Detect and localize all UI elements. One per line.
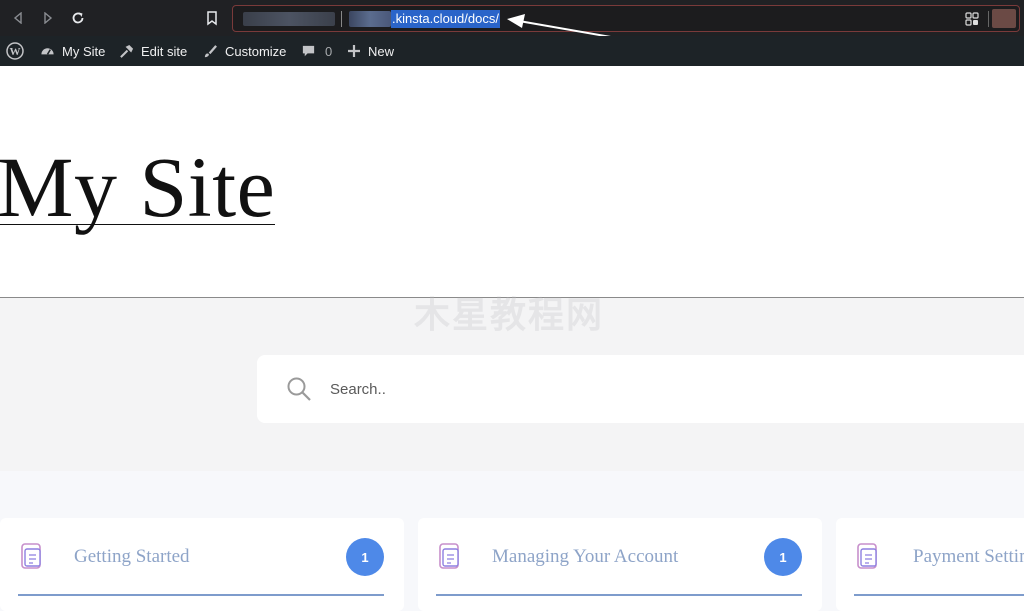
admin-bar-label: My Site [62, 43, 106, 59]
comment-count: 0 [325, 43, 333, 59]
admin-bar-edit-site[interactable]: Edit site [119, 36, 187, 66]
card-divider [18, 594, 384, 596]
admin-bar-label: New [368, 43, 395, 59]
comment-icon [302, 45, 315, 56]
admin-bar-customize[interactable]: Customize [203, 36, 286, 66]
card-title[interactable]: Managing Your Account [492, 546, 678, 568]
document-folder-icon [21, 543, 41, 569]
admin-bar-label: Customize [225, 43, 287, 59]
forward-icon [44, 12, 53, 24]
category-card[interactable]: Payment Settings [836, 518, 1024, 611]
card-divider [854, 594, 1024, 596]
back-button[interactable] [8, 8, 28, 28]
card-divider [436, 594, 802, 596]
svg-text:W: W [10, 46, 21, 58]
search-input[interactable] [328, 376, 928, 402]
wp-admin-bar: W My Site Edit site Customize 0 New [0, 36, 1024, 66]
admin-bar-comments[interactable]: 0 [301, 36, 332, 66]
bookmark-button[interactable] [202, 8, 222, 28]
reload-icon [72, 12, 84, 24]
article-count-badge: 1 [764, 538, 802, 576]
document-folder-icon [439, 543, 459, 569]
wordpress-logo-button[interactable]: W [6, 36, 31, 66]
plus-icon [348, 45, 360, 57]
url-text[interactable]: .kinsta.cloud/docs/ [391, 10, 500, 28]
card-title[interactable]: Payment Settings [913, 546, 1024, 568]
document-folder-icon [857, 543, 877, 569]
article-count-badge: 1 [346, 538, 384, 576]
admin-bar-my-site[interactable]: My Site [40, 36, 105, 66]
back-icon [13, 12, 22, 24]
bookmark-icon [207, 11, 217, 26]
url-divider-right [988, 11, 989, 27]
category-card[interactable]: Getting Started 1 [0, 518, 404, 611]
site-title-link[interactable]: My Site [0, 144, 275, 230]
search-icon [287, 377, 311, 401]
profile-avatar[interactable] [992, 9, 1016, 28]
site-title-underline [0, 224, 275, 225]
category-card[interactable]: Managing Your Account 1 [418, 518, 822, 611]
redacted-subdomain [349, 11, 391, 27]
dashboard-icon [41, 47, 54, 55]
wordpress-icon: W [6, 42, 24, 60]
site-header: My Site [0, 66, 1024, 297]
brush-icon [204, 44, 217, 57]
forward-button[interactable] [38, 8, 58, 28]
extensions-icon[interactable] [965, 12, 979, 26]
watermark-text: 木星教程网 [414, 294, 605, 335]
card-title[interactable]: Getting Started [74, 546, 190, 568]
admin-bar-new[interactable]: New [347, 36, 394, 66]
hammer-icon [120, 44, 134, 58]
url-divider [341, 11, 342, 27]
admin-bar-label: Edit site [141, 43, 188, 59]
redacted-url-segment [243, 12, 335, 26]
reload-button[interactable] [68, 8, 88, 28]
